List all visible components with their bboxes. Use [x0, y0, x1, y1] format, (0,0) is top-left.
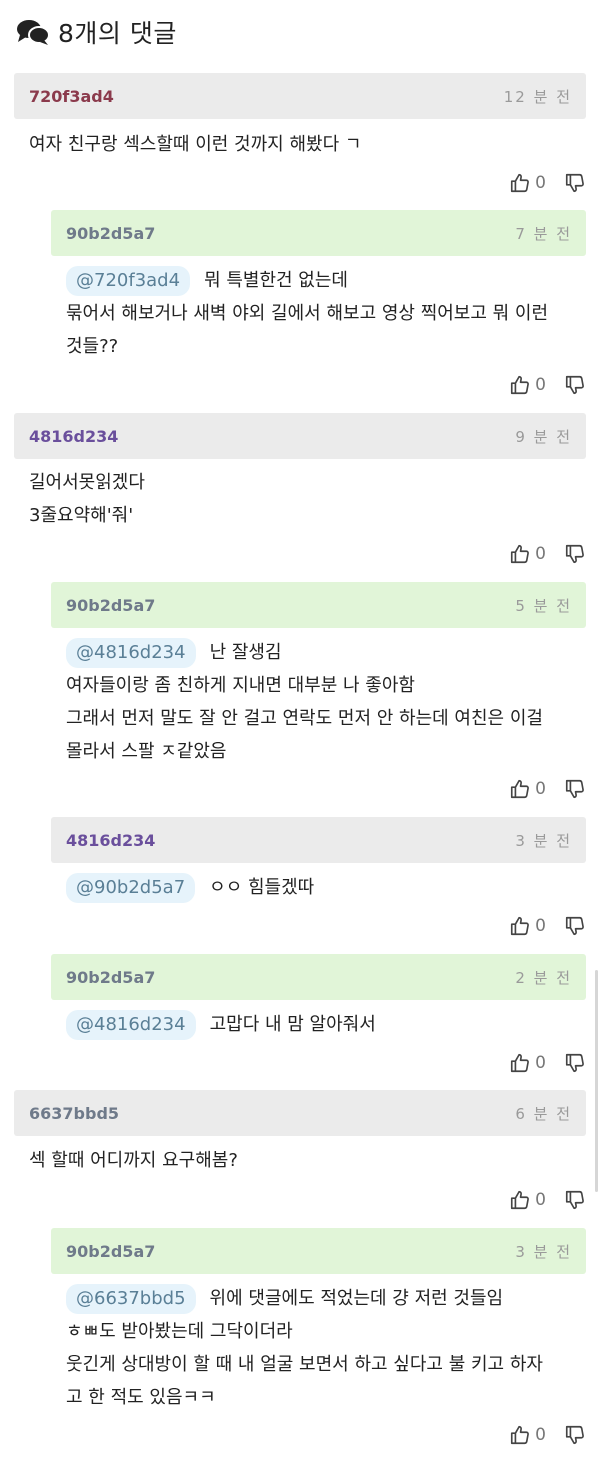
thumbs-up-icon[interactable]	[509, 1424, 531, 1446]
vote-bar: 0	[509, 1422, 586, 1448]
thumbs-up-icon[interactable]	[509, 172, 531, 194]
thumbs-up-icon[interactable]	[509, 778, 531, 800]
comment-time: 12 분 전	[503, 87, 572, 106]
vote-bar: 0	[509, 541, 586, 567]
comment-author[interactable]: 6637bbd5	[29, 1104, 119, 1123]
comment-count-title: 8개의 댓글	[58, 19, 177, 48]
comment-author[interactable]: 4816d234	[29, 427, 118, 446]
comment-header: 4816d234 3 분 전	[51, 817, 586, 863]
comment-author[interactable]: 4816d234	[66, 831, 155, 850]
mention-tag[interactable]: @6637bbd5	[66, 1284, 196, 1314]
reply-comment: 90b2d5a7 7 분 전 @720f3ad4 뭐 특별한건 없는데 묶어서 해…	[51, 210, 600, 406]
like-count: 0	[535, 1425, 546, 1445]
comment-header: 720f3ad4 12 분 전	[14, 73, 586, 119]
comment-body: 섹 할때 어디까지 요구해봄?	[29, 1144, 586, 1177]
comment-line: 여자들이랑 좀 친하게 지내면 대부분 나 좋아함	[66, 675, 415, 696]
comment-body: @720f3ad4 뭐 특별한건 없는데 묶어서 해보거나 새벽 야외 길에서 해…	[66, 264, 586, 363]
comment-body: 여자 친구랑 섹스할때 이런 것까지 해봤다 ㄱ	[29, 128, 586, 161]
comment-author[interactable]: 90b2d5a7	[66, 596, 155, 615]
like-count: 0	[535, 173, 546, 193]
comment-author[interactable]: 90b2d5a7	[66, 968, 155, 987]
comment-time: 9 분 전	[515, 427, 572, 446]
comment-line: 섹 할때 어디까지 요구해봄?	[29, 1150, 238, 1171]
reply-comment: 90b2d5a7 3 분 전 @6637bbd5 위에 댓글에도 적었는데 걍 저…	[51, 1228, 600, 1454]
thumbs-down-icon[interactable]	[564, 1189, 586, 1211]
comment-line: 위에 댓글에도 적었는데 걍 저런 것들임	[209, 1288, 504, 1309]
comment-time: 7 분 전	[515, 224, 572, 243]
comment: 6637bbd5 6 분 전 섹 할때 어디까지 요구해봄? 0	[14, 1090, 600, 1218]
comment-line: 그래서 먼저 말도 잘 안 걸고 연락도 먼저 안 하는데 여친은 이걸	[66, 708, 543, 729]
comment-time: 3 분 전	[515, 831, 572, 850]
comments-header: 8개의 댓글	[16, 14, 177, 50]
scrollbar[interactable]	[595, 970, 598, 1192]
thumbs-down-icon[interactable]	[564, 915, 586, 937]
mention-tag[interactable]: @4816d234	[66, 1010, 196, 1040]
like-count: 0	[535, 1053, 546, 1073]
vote-bar: 0	[509, 372, 586, 398]
reply-comment: 90b2d5a7 5 분 전 @4816d234 난 잘생김 여자들이랑 좀 친하…	[51, 582, 600, 808]
reply-comment: 90b2d5a7 2 분 전 @4816d234 고맙다 내 맘 알아줘서 0	[51, 954, 600, 1080]
mention-tag[interactable]: @720f3ad4	[66, 266, 191, 296]
comment-line: ㅇㅇ 힘들겠따	[209, 877, 315, 898]
comment-line: ㅎㅃ도 받아봤는데 그닥이더라	[66, 1321, 293, 1342]
thumbs-down-icon[interactable]	[564, 1052, 586, 1074]
comment-line: 난 잘생김	[209, 642, 282, 663]
thumbs-up-icon[interactable]	[509, 374, 531, 396]
comment-line: 웃긴게 상대방이 할 때 내 얼굴 보면서 하고 싶다고 불 키고 하자	[66, 1354, 543, 1375]
thumbs-up-icon[interactable]	[509, 1189, 531, 1211]
comment-author[interactable]: 90b2d5a7	[66, 224, 155, 243]
thumbs-down-icon[interactable]	[564, 543, 586, 565]
comment-author[interactable]: 90b2d5a7	[66, 1242, 155, 1261]
comment-line: 몰라서 스팔 ㅈ같았음	[66, 741, 227, 762]
comment-header: 90b2d5a7 3 분 전	[51, 1228, 586, 1274]
comment-time: 5 분 전	[515, 596, 572, 615]
thumbs-down-icon[interactable]	[564, 778, 586, 800]
like-count: 0	[535, 544, 546, 564]
comment-line: 뭐 특별한건 없는데	[204, 270, 348, 291]
comment-time: 2 분 전	[515, 968, 572, 987]
comment-body: @4816d234 난 잘생김 여자들이랑 좀 친하게 지내면 대부분 나 좋아함…	[66, 636, 586, 768]
comment-header: 4816d234 9 분 전	[14, 413, 586, 459]
comment-body: 길어서못읽겠다 3줄요약해'줘'	[29, 466, 586, 532]
thumbs-down-icon[interactable]	[564, 1424, 586, 1446]
comment-time: 6 분 전	[515, 1104, 572, 1123]
thumbs-down-icon[interactable]	[564, 374, 586, 396]
comments-icon	[16, 18, 50, 46]
comment-header: 90b2d5a7 7 분 전	[51, 210, 586, 256]
comment-line: 고 한 적도 있음ㅋㅋ	[66, 1387, 216, 1408]
comment-line: 고맙다 내 맘 알아줘서	[209, 1014, 376, 1035]
comment-header: 90b2d5a7 2 분 전	[51, 954, 586, 1000]
comment: 4816d234 9 분 전 길어서못읽겠다 3줄요약해'줘' 0	[14, 413, 600, 573]
comment-line: 길어서못읽겠다	[29, 472, 145, 493]
vote-bar: 0	[509, 1050, 586, 1076]
vote-bar: 0	[509, 170, 586, 196]
comment-line: 3줄요약해'줘'	[29, 505, 134, 526]
like-count: 0	[535, 916, 546, 936]
like-count: 0	[535, 779, 546, 799]
thumbs-up-icon[interactable]	[509, 543, 531, 565]
comment-body: @90b2d5a7 ㅇㅇ 힘들겠따	[66, 871, 586, 904]
comment-line: 것들??	[66, 336, 119, 357]
comment-author[interactable]: 720f3ad4	[29, 87, 114, 106]
thumbs-up-icon[interactable]	[509, 1052, 531, 1074]
vote-bar: 0	[509, 776, 586, 802]
comment-body: @4816d234 고맙다 내 맘 알아줘서	[66, 1008, 586, 1041]
comment-header: 6637bbd5 6 분 전	[14, 1090, 586, 1136]
vote-bar: 0	[509, 1187, 586, 1213]
thumbs-up-icon[interactable]	[509, 915, 531, 937]
vote-bar: 0	[509, 913, 586, 939]
thumbs-down-icon[interactable]	[564, 172, 586, 194]
mention-tag[interactable]: @90b2d5a7	[66, 873, 196, 903]
comment-line: 여자 친구랑 섹스할때 이런 것까지 해봤다 ㄱ	[29, 134, 362, 155]
comment: 720f3ad4 12 분 전 여자 친구랑 섹스할때 이런 것까지 해봤다 ㄱ…	[14, 73, 600, 203]
like-count: 0	[535, 1190, 546, 1210]
reply-comment: 4816d234 3 분 전 @90b2d5a7 ㅇㅇ 힘들겠따 0	[51, 817, 600, 943]
comment-body: @6637bbd5 위에 댓글에도 적었는데 걍 저런 것들임 ㅎㅃ도 받아봤는데…	[66, 1282, 586, 1414]
mention-tag[interactable]: @4816d234	[66, 638, 196, 668]
comment-time: 3 분 전	[515, 1242, 572, 1261]
like-count: 0	[535, 375, 546, 395]
comment-line: 묶어서 해보거나 새벽 야외 길에서 해보고 영상 찍어보고 뭐 이런	[66, 303, 549, 324]
comment-header: 90b2d5a7 5 분 전	[51, 582, 586, 628]
